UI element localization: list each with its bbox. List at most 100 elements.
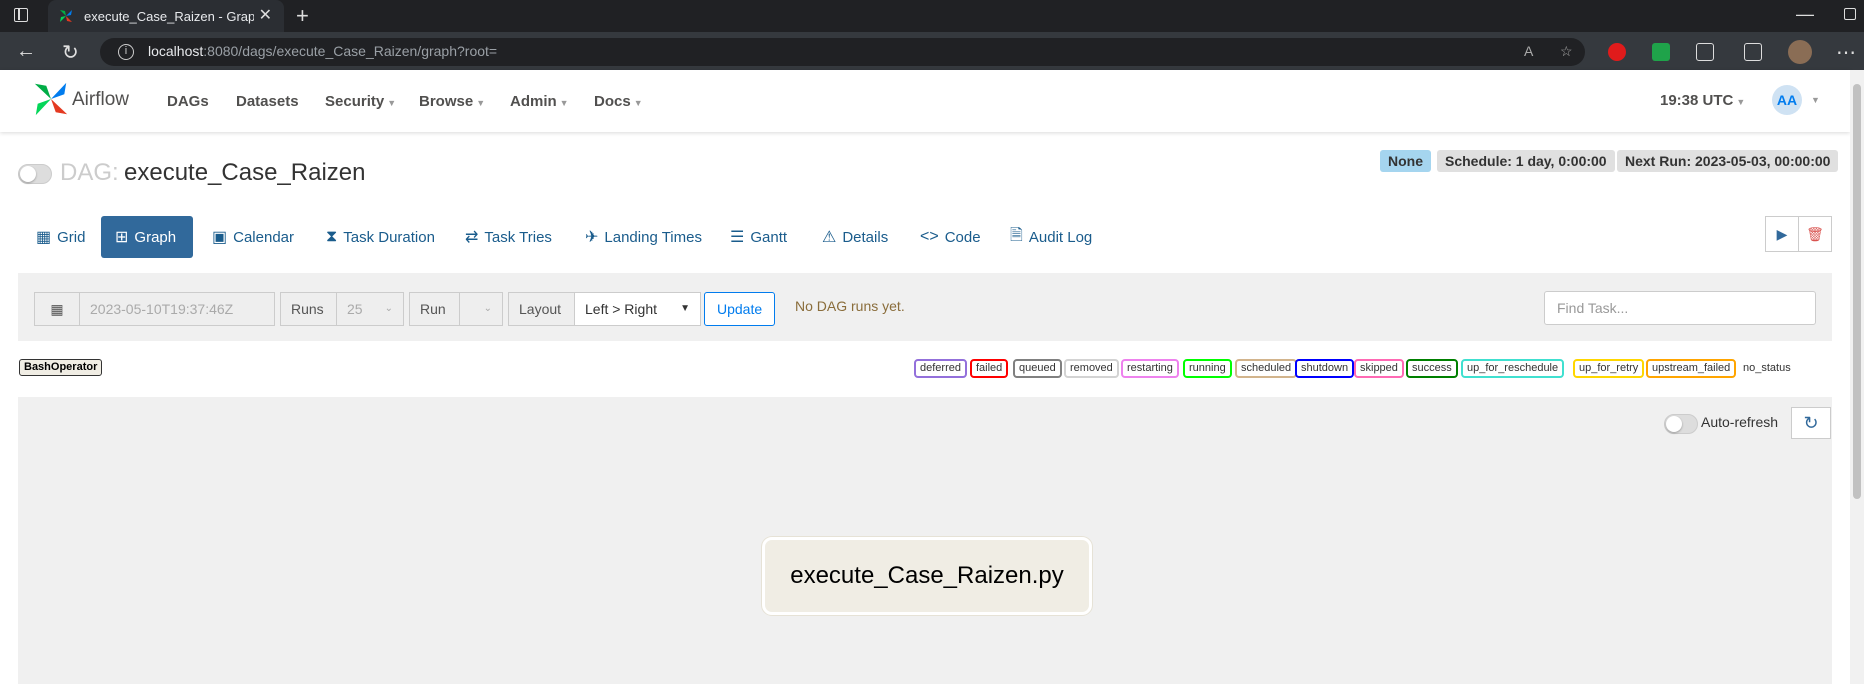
warning-triangle-icon: ⚠ (822, 229, 837, 246)
dag-pause-toggle[interactable] (18, 164, 52, 184)
url-path: :8080/dags/execute_Case_Raizen/graph?roo… (203, 43, 498, 59)
nav-security[interactable]: Security ▼ (325, 93, 396, 110)
tab-audit-log[interactable]: 🗎 Audit Log (996, 216, 1106, 258)
browser-profile-avatar[interactable] (1788, 40, 1812, 64)
legend-deferred[interactable]: deferred (914, 359, 967, 378)
delete-dag-button[interactable]: 🗑 (1798, 216, 1832, 252)
tab-gantt[interactable]: ☰ Gantt (716, 216, 801, 258)
tab-code-label: Code (944, 228, 981, 246)
legend-running[interactable]: running (1183, 359, 1232, 378)
repeat-icon: ⇄ (465, 229, 479, 246)
tab-grid[interactable]: ▦ Grid (22, 216, 99, 258)
tab-calendar-label: Calendar (233, 228, 294, 246)
run-select[interactable]: ⌄ (459, 292, 503, 326)
tab-calendar[interactable]: ▣ Calendar (198, 216, 308, 258)
nav-docs-label: Docs (594, 93, 631, 110)
tab-task-duration-label: Task Duration (343, 228, 435, 246)
base-date-input[interactable]: 2023-05-10T19:37:46Z (79, 292, 275, 326)
airflow-favicon-icon (60, 10, 72, 22)
legend-upstream-failed[interactable]: upstream_failed (1646, 359, 1737, 378)
tab-actions-icon[interactable] (14, 8, 28, 22)
tab-code[interactable]: <> Code (906, 216, 995, 258)
extensions-puzzle-icon[interactable] (1696, 43, 1714, 61)
task-group-node[interactable]: execute_Case_Raizen.py (762, 537, 1092, 615)
tab-audit-log-label: Audit Log (1028, 228, 1093, 246)
layout-select[interactable]: Left > Right ▼ (574, 292, 701, 326)
legend-skipped[interactable]: skipped (1354, 359, 1404, 378)
legend-up-for-retry[interactable]: up_for_retry (1573, 359, 1645, 378)
url-field[interactable]: i localhost:8080/dags/execute_Case_Raize… (100, 38, 1585, 66)
legend-success[interactable]: success (1406, 359, 1458, 378)
favorite-star-icon[interactable]: ☆ (1560, 43, 1573, 60)
gantt-icon: ☰ (730, 229, 745, 246)
minimize-icon[interactable]: — (1796, 4, 1814, 25)
chevron-down-icon: ▼ (387, 98, 397, 108)
tab-close-icon[interactable]: ✕ (259, 5, 272, 25)
dag-title: execute_Case_Raizen (124, 159, 366, 186)
read-aloud-icon[interactable]: A (1524, 43, 1533, 59)
back-arrow-icon[interactable]: ← (16, 40, 36, 63)
new-tab-icon[interactable]: + (296, 3, 309, 29)
update-button[interactable]: Update (704, 292, 776, 326)
schedule-badge: Schedule: 1 day, 0:00:00 (1437, 150, 1615, 172)
utc-clock[interactable]: 19:38 UTC ▼ (1660, 92, 1745, 109)
trash-icon: 🗑 (1806, 226, 1824, 242)
chevron-down-icon: ▼ (1736, 97, 1746, 107)
tab-details-label: Details (842, 228, 889, 246)
legend-shutdown[interactable]: shutdown (1295, 359, 1355, 378)
tab-details[interactable]: ⚠ Details (808, 216, 902, 258)
legend-restarting[interactable]: restarting (1121, 359, 1179, 378)
browser-tab-bar: execute_Case_Raizen - Graph - Airflow ✕ … (0, 0, 1864, 32)
refresh-button[interactable]: ↻ (1791, 407, 1831, 439)
legend-queued[interactable]: queued (1013, 359, 1062, 378)
nav-admin[interactable]: Admin ▼ (510, 93, 569, 110)
runs-select[interactable]: 25 ⌄ (336, 292, 404, 326)
brand-name[interactable]: Airflow (72, 89, 129, 111)
tab-graph[interactable]: ⊞ Graph (101, 216, 193, 258)
grid-icon: ▦ (36, 229, 52, 246)
airflow-logo-icon[interactable] (32, 80, 70, 118)
url-host: localhost (148, 43, 204, 59)
chevron-down-icon: ⌄ (384, 303, 393, 314)
trigger-dag-button[interactable]: ▶ (1765, 216, 1799, 252)
legend-up-for-reschedule[interactable]: up_for_reschedule (1461, 359, 1565, 378)
tab-task-tries-label: Task Tries (484, 228, 552, 246)
nav-browse[interactable]: Browse ▼ (419, 93, 485, 110)
browser-menu-icon[interactable]: ⋯ (1836, 40, 1856, 65)
legend-removed[interactable]: removed (1064, 359, 1119, 378)
legend-scheduled[interactable]: scheduled (1235, 359, 1298, 378)
legend-failed[interactable]: failed (970, 359, 1009, 378)
operator-badge[interactable]: BashOperator (19, 359, 103, 376)
collections-icon[interactable] (1744, 43, 1762, 61)
browser-tab[interactable]: execute_Case_Raizen - Graph - Airflow ✕ (48, 0, 284, 32)
nav-browse-label: Browse (419, 93, 474, 110)
calendar-icon: ▣ (212, 229, 228, 246)
dag-prefix: DAG: (60, 159, 119, 186)
scrollbar-thumb[interactable] (1853, 84, 1861, 499)
no-runs-message: No DAG runs yet. (795, 298, 905, 314)
reload-icon[interactable]: ↻ (62, 40, 79, 65)
tab-task-duration[interactable]: ⧗ Task Duration (312, 216, 449, 258)
tab-landing-times[interactable]: ✈ Landing Times (571, 216, 716, 258)
restore-window-icon[interactable] (1844, 8, 1856, 20)
tab-gantt-label: Gantt (750, 228, 788, 246)
play-icon: ▶ (1776, 226, 1788, 242)
tab-grid-label: Grid (57, 228, 86, 246)
auto-refresh-toggle[interactable] (1664, 414, 1698, 434)
user-avatar[interactable]: AA (1772, 85, 1802, 115)
site-info-icon[interactable]: i (118, 44, 134, 60)
user-menu-chevron-icon[interactable]: ▼ (1811, 95, 1820, 105)
dag-state-badge: None (1380, 150, 1431, 172)
nav-docs[interactable]: Docs ▼ (594, 93, 643, 110)
find-task-input[interactable]: Find Task... (1544, 291, 1816, 325)
tab-graph-label: Graph (134, 228, 177, 246)
plane-landing-icon: ✈ (585, 229, 599, 246)
extension-red-icon[interactable] (1608, 43, 1626, 61)
nav-dags[interactable]: DAGs (167, 93, 209, 110)
nav-datasets[interactable]: Datasets (236, 93, 299, 110)
file-search-icon: 🗎 (1010, 226, 1023, 244)
extension-green-icon[interactable] (1652, 43, 1670, 61)
no-status-legend[interactable]: no_status (1743, 362, 1791, 374)
calendar-addon[interactable]: ▦ (34, 292, 80, 326)
tab-task-tries[interactable]: ⇄ Task Tries (451, 216, 566, 258)
